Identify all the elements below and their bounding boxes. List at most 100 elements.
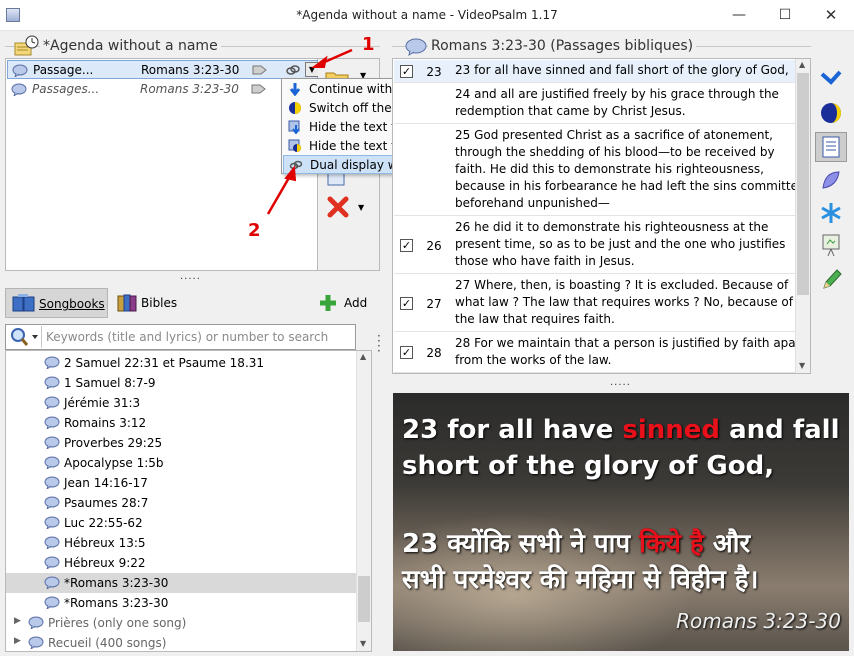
- verse-row[interactable]: ✓ 27 27 Where, then, is boasting ? It is e…: [394, 275, 795, 332]
- presentation-icon[interactable]: [815, 230, 847, 260]
- verse-number: 27: [426, 297, 442, 311]
- verse-text-line: 23 for all have sinned and fall short of…: [455, 63, 789, 77]
- verse-text-line: 27 Where, then, is boasting ? It is excl…: [455, 278, 789, 292]
- verse-checkbox[interactable]: ✓: [400, 297, 413, 310]
- song-label: Apocalypse 1:5b: [64, 456, 164, 470]
- verse-list-scrollbar[interactable]: ▲ ▼: [795, 59, 810, 373]
- song-item[interactable]: Hébreux 9:22: [6, 553, 356, 573]
- song-item[interactable]: Hébreux 13:5: [6, 533, 356, 553]
- pencil-icon[interactable]: [815, 264, 847, 294]
- song-list-scrollbar[interactable]: ▲ ▼: [356, 351, 371, 651]
- song-item[interactable]: *Romans 3:23-30: [6, 593, 356, 613]
- scroll-down-icon[interactable]: ▼: [360, 639, 366, 648]
- splitter-grip[interactable]: .....: [610, 377, 631, 388]
- annotation-arrows: [266, 48, 353, 215]
- verse-text-line: those who have faith in Jesus.: [455, 254, 635, 268]
- verse-text-line: faith. He did this to demonstrate his ri…: [455, 162, 764, 176]
- minimize-button[interactable]: —: [716, 0, 762, 31]
- verse-row[interactable]: 24 and all are justified freely by his g…: [394, 84, 795, 124]
- song-label: *Romans 3:23-30: [64, 576, 169, 590]
- text-icon[interactable]: [815, 132, 847, 162]
- verse-text: 27 Where, then, is boasting ? It is excl…: [455, 277, 795, 328]
- song-item[interactable]: 2 Samuel 22:31 et Psaume 18.31: [6, 353, 356, 373]
- speech-bubble-icon: [44, 516, 60, 532]
- song-item[interactable]: Psaumes 28:7: [6, 493, 356, 513]
- verse-list[interactable]: ✓ 23 23 for all have sinned and fall short…: [392, 58, 811, 374]
- moon-icon[interactable]: [815, 98, 847, 128]
- song-label: *Romans 3:23-30: [64, 596, 169, 610]
- category-label: Prières (only one song): [48, 616, 187, 630]
- song-label: Jérémie 31:3: [64, 396, 141, 410]
- verse-text: 23 for all have sinned and fall short of…: [455, 62, 795, 79]
- speech-bubble-icon: [11, 83, 27, 99]
- scroll-up-icon[interactable]: ▲: [360, 352, 366, 361]
- annotation-number: 1: [362, 34, 375, 55]
- verse-text-line: the law that requires faith.: [455, 312, 615, 326]
- close-button[interactable]: ✕: [808, 0, 854, 31]
- expand-arrow-icon[interactable]: ▶: [14, 636, 21, 646]
- splitter-grip[interactable]: .....: [180, 271, 201, 282]
- scroll-up-icon[interactable]: ▲: [799, 60, 805, 69]
- verse-number: 28: [426, 346, 442, 360]
- song-item[interactable]: Jérémie 31:3: [6, 393, 356, 413]
- agenda-item-type: Passage...: [33, 63, 94, 77]
- songbook-icon: [12, 293, 36, 316]
- verse-text-line: 24 and all are justified freely by his g…: [455, 87, 779, 101]
- plus-icon: [318, 293, 338, 316]
- speech-bubble-icon: [44, 456, 60, 472]
- verse-text-line: 28 For we maintain that a person is just…: [455, 336, 806, 350]
- scroll-thumb[interactable]: [358, 576, 370, 622]
- tab-bibles[interactable]: Bibles: [112, 288, 184, 318]
- song-label: Psaumes 28:7: [64, 496, 149, 510]
- scroll-thumb[interactable]: [797, 73, 809, 295]
- song-item[interactable]: 1 Samuel 8:7-9: [6, 373, 356, 393]
- tab-songbooks[interactable]: Songbooks: [5, 288, 108, 318]
- song-label: Romains 3:12: [64, 416, 147, 430]
- verse-text: 24 and all are justified freely by his g…: [455, 86, 795, 120]
- checkmark-icon[interactable]: [815, 62, 847, 92]
- song-item[interactable]: Apocalypse 1:5b: [6, 453, 356, 473]
- agenda-item-type: Passages...: [32, 82, 100, 96]
- song-label: Luc 22:55-62: [64, 516, 143, 530]
- vertical-splitter[interactable]: · · · ·: [377, 330, 385, 357]
- song-item[interactable]: *Romans 3:23-30: [6, 573, 356, 593]
- song-label: Hébreux 9:22: [64, 556, 146, 570]
- scroll-down-icon[interactable]: ▼: [799, 361, 805, 370]
- speech-bubble-icon: [404, 38, 428, 59]
- verse-checkbox[interactable]: ✓: [400, 65, 413, 78]
- song-item[interactable]: Proverbes 29:25: [6, 433, 356, 453]
- search-icon[interactable]: [7, 326, 42, 348]
- speech-bubble-icon: [44, 496, 60, 512]
- song-item[interactable]: Luc 22:55-62: [6, 513, 356, 533]
- verse-text-line: 26 he did it to demonstrate his righteou…: [455, 220, 769, 234]
- verse-checkbox[interactable]: ✓: [400, 239, 413, 252]
- songbook-category[interactable]: ▶ Prières (only one song): [6, 613, 356, 633]
- preview-line: short of the glory of God,: [402, 451, 775, 481]
- expand-arrow-icon[interactable]: ▶: [14, 616, 21, 626]
- speech-bubble-icon: [28, 616, 44, 632]
- verse-row[interactable]: ✓ 26 26 he did it to demonstrate his right…: [394, 217, 795, 274]
- verse-text: 26 he did it to demonstrate his righteou…: [455, 219, 795, 270]
- verse-checkbox[interactable]: ✓: [400, 346, 413, 359]
- songbook-category[interactable]: ▶ Recueil (400 songs): [6, 633, 356, 653]
- snowflake-icon[interactable]: [815, 198, 847, 228]
- song-item[interactable]: Jean 14:16-17: [6, 473, 356, 493]
- speech-bubble-icon: [44, 576, 60, 592]
- drop-icon[interactable]: [815, 166, 847, 196]
- verse-row[interactable]: 25 God presented Christ as a sacrifice o…: [394, 125, 806, 216]
- song-item[interactable]: Romains 3:12: [6, 413, 356, 433]
- song-label: 1 Samuel 8:7-9: [64, 376, 156, 390]
- maximize-button[interactable]: ☐: [762, 0, 808, 31]
- agenda-title: *Agenda without a name: [40, 38, 221, 54]
- verse-row[interactable]: ✓ 23 23 for all have sinned and fall short…: [394, 60, 795, 83]
- speech-bubble-icon: [44, 436, 60, 452]
- verse-row[interactable]: ✓ 28 28 For we maintain that a person is j…: [394, 333, 806, 373]
- add-button[interactable]: Add: [316, 290, 376, 316]
- song-label: Hébreux 13:5: [64, 536, 146, 550]
- category-label: Recueil (400 songs): [48, 636, 167, 650]
- search-box: [5, 324, 356, 350]
- agenda-item-ref: Romans 3:23-30: [140, 82, 239, 96]
- song-list[interactable]: 2 Samuel 22:31 et Psaume 18.31 1 Samuel 8…: [5, 350, 372, 652]
- search-input[interactable]: [44, 326, 354, 348]
- verse-text-line: redemption that came by Christ Jesus.: [455, 104, 686, 118]
